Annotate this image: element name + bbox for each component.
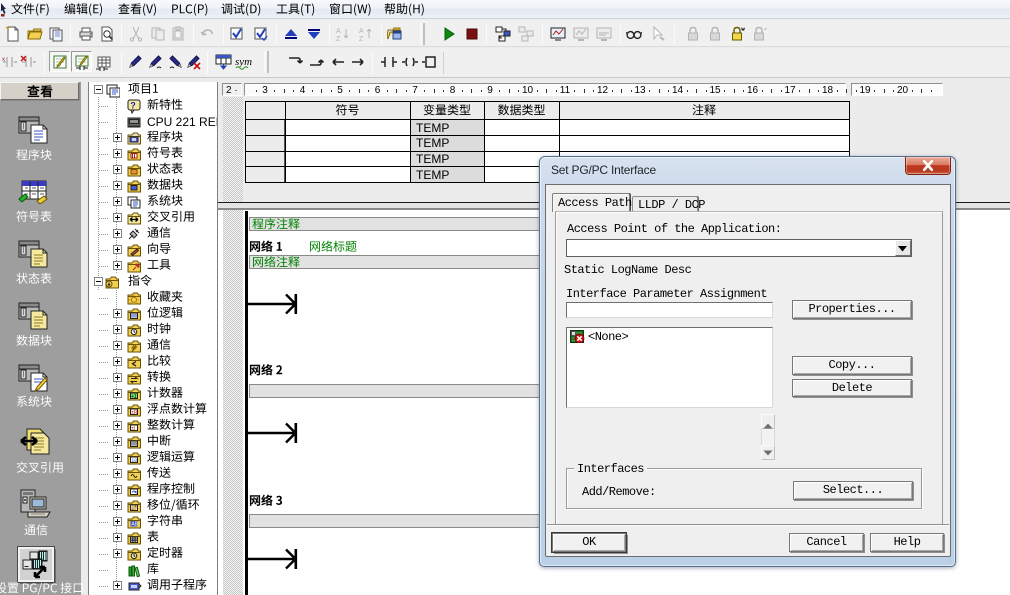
svg-text:A: A	[336, 28, 341, 35]
svg-text:±R: ±R	[131, 410, 138, 416]
svg-text:AB: AB	[131, 522, 138, 528]
svg-text:sym: sym	[235, 56, 252, 68]
svg-text:10: 10	[131, 458, 137, 464]
svg-text:A: A	[359, 28, 364, 35]
svg-text:x: x	[2, 57, 5, 63]
svg-text:Z: Z	[359, 36, 364, 42]
svg-text:+1: +1	[131, 394, 137, 400]
svg-text:±I: ±I	[131, 426, 135, 432]
svg-text:Z: Z	[336, 36, 341, 42]
svg-text:?: ?	[130, 101, 136, 111]
